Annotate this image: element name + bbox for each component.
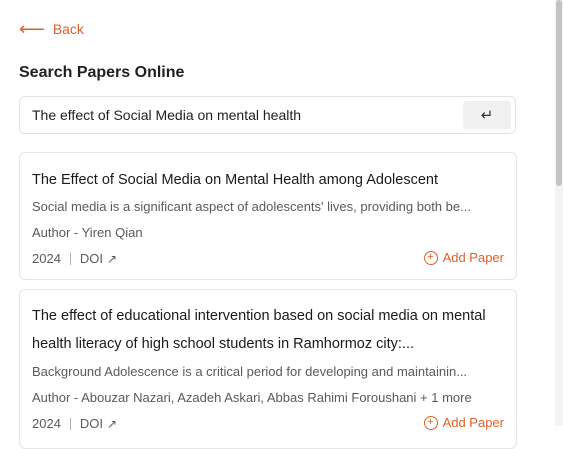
back-label: Back — [52, 21, 84, 37]
page-title: Search Papers Online — [19, 64, 185, 81]
plus-circle-icon: + — [423, 250, 438, 265]
paper-title[interactable]: The Effect of Social Media on Mental Hea… — [32, 166, 504, 194]
arrow-left-icon: ⟵ — [19, 19, 45, 39]
search-input[interactable] — [32, 97, 462, 133]
result-card: The effect of educational intervention b… — [19, 289, 517, 449]
add-paper-label: Add Paper — [442, 250, 504, 265]
scrollbar-thumb[interactable] — [556, 0, 562, 186]
paper-year: 2024 — [32, 416, 61, 431]
doi-link[interactable]: DOI ↗ — [80, 416, 117, 431]
paper-title-text: The effect of educational intervention b… — [32, 308, 486, 352]
result-card: The Effect of Social Media on Mental Hea… — [19, 152, 517, 280]
add-paper-button[interactable]: + Add Paper — [423, 415, 504, 430]
plus-circle-icon: + — [423, 415, 438, 430]
back-link[interactable]: ⟵ Back — [19, 20, 84, 38]
paper-authors: Author - Abouzar Nazari, Azadeh Askari, … — [32, 390, 472, 405]
scrollbar[interactable] — [555, 0, 563, 426]
paper-title[interactable]: The effect of educational intervention b… — [32, 302, 504, 358]
add-paper-button[interactable]: + Add Paper — [423, 250, 504, 265]
paper-abstract: Background Adolescence is a critical per… — [32, 364, 468, 379]
doi-label: DOI — [79, 251, 104, 266]
divider — [69, 252, 71, 265]
search-box: ↵ — [19, 96, 516, 134]
divider — [69, 417, 71, 430]
paper-meta: 2024 DOI ↗ — [32, 416, 117, 431]
submit-search-button[interactable]: ↵ — [463, 101, 511, 129]
external-link-icon: ↗ — [107, 251, 118, 266]
paper-abstract: Social media is a significant aspect of … — [32, 199, 471, 214]
doi-link[interactable]: DOI ↗ — [80, 251, 117, 266]
paper-year: 2024 — [32, 251, 61, 266]
enter-icon: ↵ — [480, 107, 494, 124]
external-link-icon: ↗ — [107, 416, 118, 431]
paper-meta: 2024 DOI ↗ — [32, 251, 117, 266]
add-paper-label: Add Paper — [442, 415, 504, 430]
paper-authors: Author - Yiren Qian — [32, 225, 143, 240]
doi-label: DOI — [79, 416, 104, 431]
